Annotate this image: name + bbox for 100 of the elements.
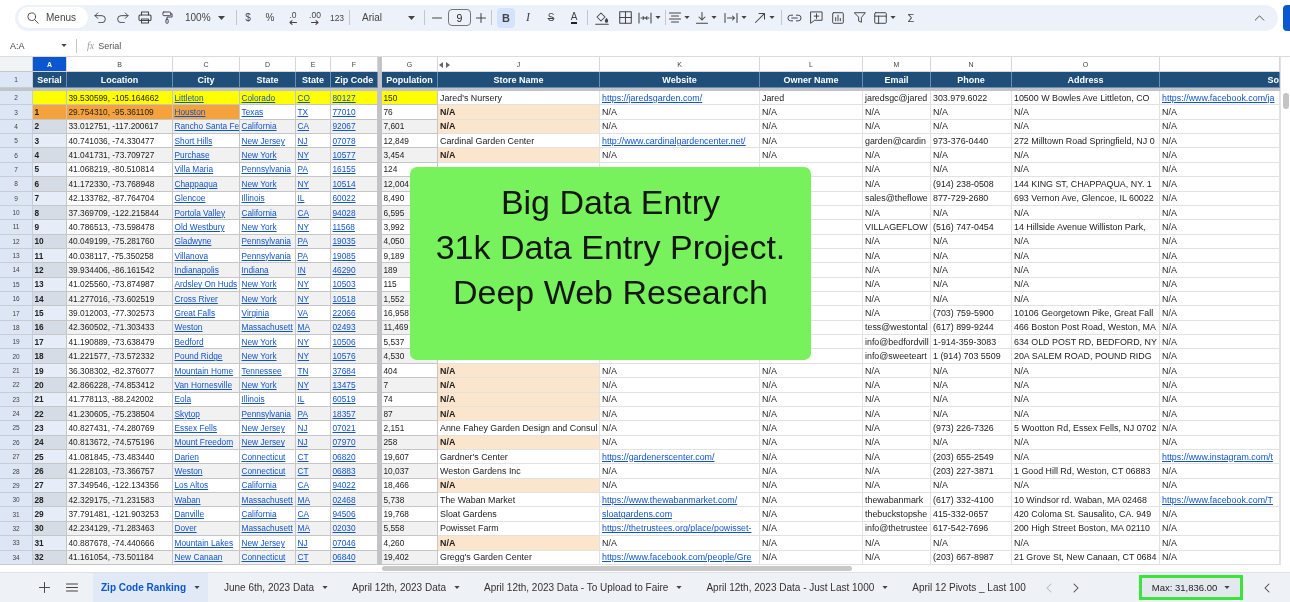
link[interactable]: 60022 [332,193,356,204]
link[interactable]: 60519 [332,394,356,405]
sheet-tab[interactable]: April 12th, 2023 Data - Just Last 1000 [698,573,897,602]
link[interactable]: New Jersey [241,135,285,146]
link[interactable]: 94022 [332,480,356,491]
link[interactable]: Cross River [174,293,218,304]
paint-bucket-icon[interactable] [595,10,609,25]
link[interactable]: https://www.facebook.com/ja [1162,92,1275,103]
link[interactable]: Rancho Santa Fe [174,121,240,132]
link[interactable]: Colorado [241,92,276,103]
name-box[interactable]: A:A [9,37,68,54]
link[interactable]: Mount Freedom [174,437,234,448]
sheet-tab[interactable]: April 12th, 2023 Data - To Upload to Faire [476,573,691,602]
link[interactable]: NY [297,221,310,232]
link[interactable]: New York [241,279,277,290]
scrollbar-thumb[interactable] [382,566,852,571]
link[interactable]: New York [241,379,277,390]
chevron-right-icon[interactable] [1072,582,1079,593]
link[interactable]: Texas [241,107,264,118]
link[interactable]: 07078 [332,135,356,146]
caret-icon[interactable] [769,16,775,19]
link[interactable]: 46290 [332,265,356,275]
link[interactable]: New Jersey [241,437,285,448]
link[interactable]: Purchase [174,150,210,161]
link[interactable]: Tennessee [241,365,282,376]
plus-icon[interactable] [476,12,486,23]
paint-roller-icon[interactable] [162,11,173,24]
link[interactable]: CT [297,552,309,563]
merge-icon[interactable] [638,11,652,24]
link[interactable]: California [241,121,277,132]
chevron-up-icon[interactable] [1254,14,1265,21]
sheet-tab[interactable]: June 6th, 2023 Data [216,573,337,602]
link[interactable]: TN [297,365,309,376]
link[interactable]: 02493 [332,322,356,333]
link[interactable]: Massachusett [241,322,293,333]
menu-icon[interactable] [66,583,78,592]
font-dropdown[interactable]: Arial [356,7,418,28]
link[interactable]: Pound Ridge [174,351,223,362]
link[interactable]: 37684 [332,365,356,376]
link[interactable]: Indiana [241,265,269,275]
link[interactable]: Weston [174,322,203,333]
caret-icon[interactable] [741,16,747,19]
link[interactable]: Pennsylvania [241,164,291,175]
link[interactable]: Eola [174,394,192,405]
link[interactable]: 02468 [332,494,356,505]
link[interactable]: 10577 [332,150,356,161]
link[interactable]: New Canaan [174,552,223,563]
link[interactable]: 10576 [332,351,356,362]
link[interactable]: 10518 [332,293,356,304]
link[interactable]: https://www.instagram.com/t [1162,451,1273,462]
link[interactable]: 13475 [332,379,356,390]
link[interactable]: NJ [297,135,308,146]
link[interactable]: TX [297,107,309,118]
link[interactable]: 16155 [332,164,356,175]
link[interactable]: MA [297,494,310,505]
link[interactable]: NJ [297,537,308,548]
link[interactable]: Bedford [174,336,204,347]
link[interactable]: 77010 [332,107,356,118]
borders-icon[interactable] [619,11,632,24]
caret-icon[interactable] [711,16,717,19]
zoom-dropdown[interactable]: 100% [181,7,227,28]
link[interactable]: NY [297,351,310,362]
link[interactable]: Villanova [174,250,209,261]
link[interactable]: https://www.thewabanmarket.com/ [602,494,738,505]
link[interactable]: Pennsylvania [241,250,291,261]
search-field[interactable]: Menus [18,7,88,28]
link[interactable]: Illinois [241,193,265,204]
link[interactable]: Connecticut [241,451,286,462]
link[interactable]: New York [241,150,277,161]
link[interactable]: 22066 [332,308,356,319]
summary-button[interactable]: Max: 31,836.00 [1139,575,1243,600]
percent-button[interactable]: % [263,7,277,28]
right-triangle-icon[interactable] [446,62,450,68]
increase-decimal-button[interactable]: .00 [306,7,324,28]
link[interactable]: New York [241,178,277,189]
filter-icon[interactable] [854,12,866,23]
link[interactable]: New Jersey [241,537,285,548]
chevron-left-icon[interactable] [1264,582,1270,593]
link[interactable]: 07021 [332,422,356,433]
link[interactable]: sloatgardens.com [602,509,673,520]
link[interactable]: Gladwyne [174,236,212,247]
link[interactable]: Los Altos [174,480,209,491]
link[interactable]: Portola Valley [174,207,226,218]
link[interactable]: New York [241,221,277,232]
link[interactable]: CA [297,207,310,218]
link[interactable]: IL [297,193,305,204]
link[interactable]: NJ [297,422,308,433]
link[interactable]: Mountain Home [174,365,234,376]
caret-icon[interactable] [890,16,896,19]
link[interactable]: CT [297,451,309,462]
link[interactable]: NY [297,336,310,347]
link[interactable]: Glencoe [174,193,206,204]
link[interactable]: 10514 [332,178,356,189]
bold-button[interactable]: B [497,7,515,28]
link[interactable]: https://www.facebook.com/T [1162,494,1273,505]
functions-button[interactable]: Σ [905,7,917,28]
strikethrough-button[interactable]: S [543,7,559,28]
link[interactable]: 06840 [332,552,356,563]
link[interactable]: PA [297,164,308,175]
link[interactable]: NY [297,279,310,290]
